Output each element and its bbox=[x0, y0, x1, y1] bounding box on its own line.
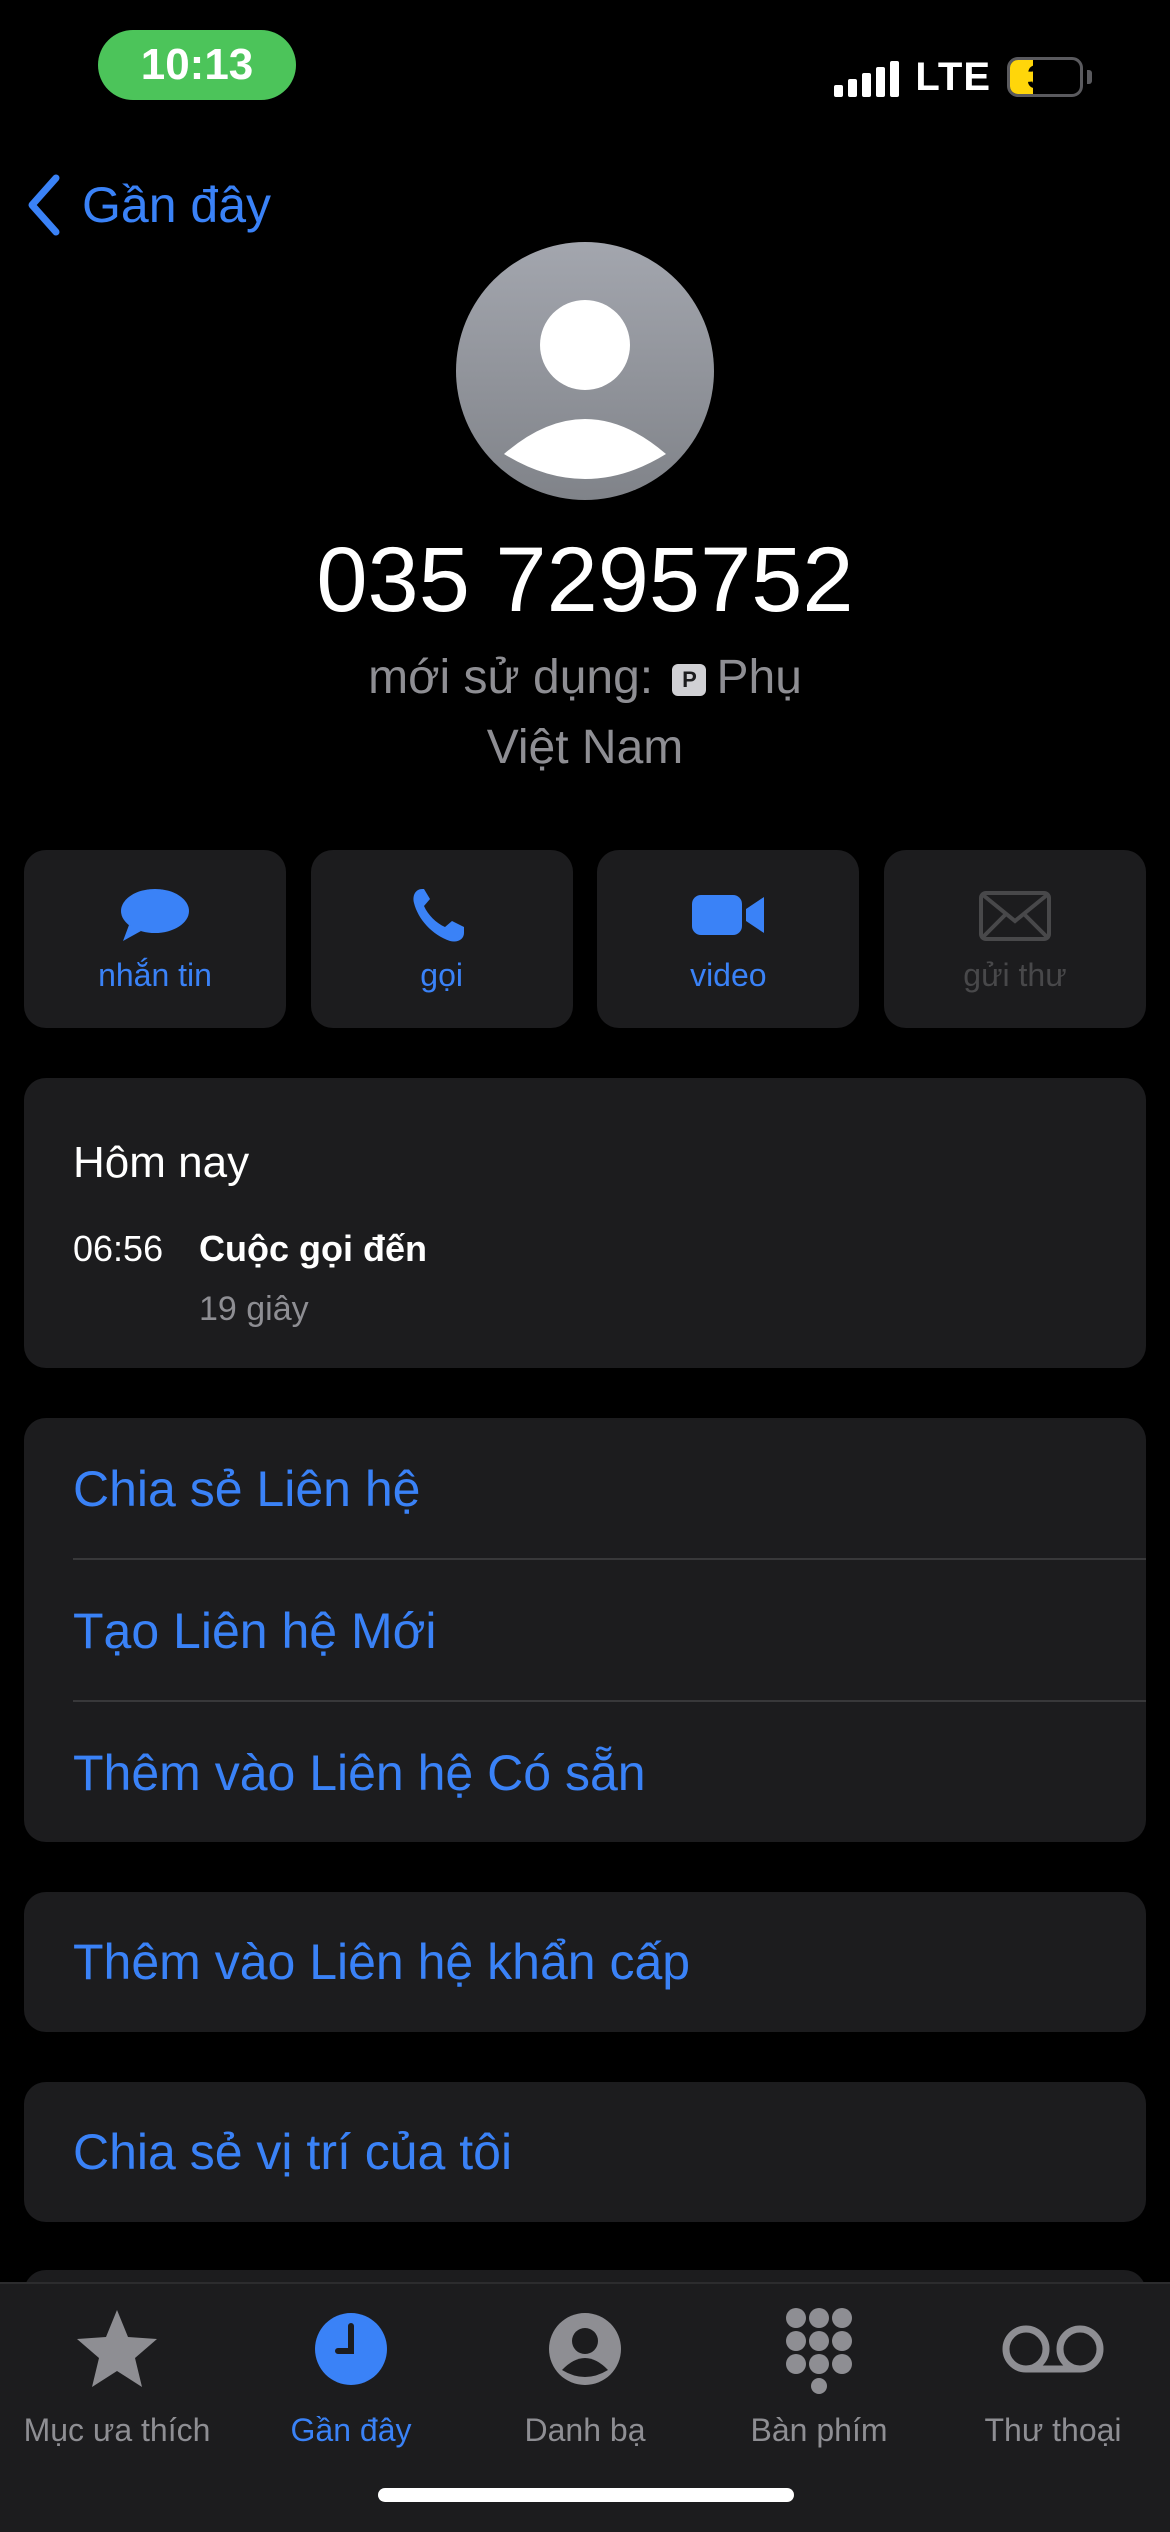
contacts-icon bbox=[549, 2313, 621, 2385]
create-contact-button[interactable]: Tạo Liên hệ Mới bbox=[73, 1560, 1146, 1701]
back-label: Gần đây bbox=[82, 177, 272, 233]
call-button[interactable]: gọi bbox=[310, 850, 573, 1028]
contact-detail-screen: 10:13 LTE 33 Gần đây 035 7295752 mới sử bbox=[0, 0, 1170, 2532]
recent-day: Hôm nay bbox=[73, 1138, 250, 1187]
voicemail-icon bbox=[1002, 2325, 1104, 2373]
message-icon bbox=[121, 888, 189, 941]
tab-voicemail-label: Thư thoại bbox=[984, 2412, 1122, 2448]
tab-keypad[interactable]: Bàn phím bbox=[702, 2304, 936, 2449]
call-time: 06:56 bbox=[73, 1228, 164, 1269]
status-indicators: LTE 33 bbox=[834, 52, 1092, 102]
share-location-card: Chia sẻ vị trí của tôi bbox=[24, 2082, 1146, 2222]
status-time-pill[interactable]: 10:13 bbox=[98, 30, 296, 100]
video-label: video bbox=[690, 956, 767, 993]
tab-keypad-label: Bàn phím bbox=[750, 2412, 888, 2448]
message-label: nhắn tin bbox=[98, 956, 212, 993]
action-buttons: nhắn tin gọi video gửi thư bbox=[24, 850, 1146, 1028]
emergency-contact-card: Thêm vào Liên hệ khẩn cấp bbox=[24, 1892, 1146, 2032]
add-to-existing-contact-button[interactable]: Thêm vào Liên hệ Có sẵn bbox=[73, 1702, 1146, 1843]
network-type: LTE bbox=[915, 54, 991, 99]
tab-contacts-label: Danh bạ bbox=[524, 2412, 646, 2448]
video-icon bbox=[692, 894, 765, 935]
call-type: Cuộc gọi đến bbox=[199, 1228, 427, 1269]
home-indicator[interactable] bbox=[378, 2488, 794, 2502]
star-icon bbox=[77, 2310, 157, 2387]
person-silhouette-icon bbox=[504, 300, 666, 479]
tab-favorites-label: Mục ưa thích bbox=[23, 2412, 211, 2448]
battery-icon: 33 bbox=[1007, 57, 1083, 97]
phone-number: 035 7295752 bbox=[316, 529, 854, 631]
chevron-left-icon bbox=[28, 174, 60, 236]
add-emergency-contact-button[interactable]: Thêm vào Liên hệ khẩn cấp bbox=[73, 1892, 1146, 2032]
mail-button[interactable]: gửi thư bbox=[883, 850, 1146, 1028]
tab-favorites[interactable]: Mục ưa thích bbox=[0, 2304, 234, 2449]
tab-contacts[interactable]: Danh bạ bbox=[468, 2304, 702, 2449]
line-badge: P bbox=[672, 664, 707, 696]
avatar bbox=[456, 242, 714, 500]
cellular-signal-icon bbox=[834, 57, 900, 97]
keypad-icon bbox=[786, 2308, 852, 2394]
share-location-button[interactable]: Chia sẻ vị trí của tôi bbox=[73, 2082, 1146, 2222]
battery-level: 33 bbox=[1027, 58, 1063, 95]
call-label: gọi bbox=[420, 956, 463, 993]
line-info: mới sử dụng: P Phụ bbox=[0, 650, 1170, 705]
status-time: 10:13 bbox=[140, 40, 254, 89]
tab-recents-label: Gần đây bbox=[290, 2412, 412, 2448]
mail-label: gửi thư bbox=[963, 956, 1067, 993]
message-button[interactable]: nhắn tin bbox=[24, 850, 286, 1028]
tab-voicemail[interactable]: Thư thoại bbox=[936, 2304, 1170, 2449]
recent-calls-card: Hôm nay 06:56 Cuộc gọi đến 19 giây bbox=[24, 1078, 1146, 1368]
phone-icon bbox=[413, 888, 464, 942]
back-button[interactable]: Gần đây bbox=[26, 174, 271, 236]
clock-icon bbox=[315, 2313, 387, 2385]
call-duration: 19 giây bbox=[199, 1290, 309, 1328]
contact-actions-card: Chia sẻ Liên hệ Tạo Liên hệ Mới Thêm vào… bbox=[24, 1418, 1146, 1842]
video-button[interactable]: video bbox=[597, 850, 860, 1028]
mail-icon bbox=[978, 890, 1051, 941]
share-contact-button[interactable]: Chia sẻ Liên hệ bbox=[73, 1418, 1146, 1559]
battery-tip bbox=[1087, 70, 1092, 84]
tab-recents[interactable]: Gần đây bbox=[234, 2304, 468, 2449]
line-label: mới sử dụng: bbox=[368, 651, 654, 704]
country: Việt Nam bbox=[486, 721, 684, 774]
line-name: Phụ bbox=[716, 651, 802, 704]
